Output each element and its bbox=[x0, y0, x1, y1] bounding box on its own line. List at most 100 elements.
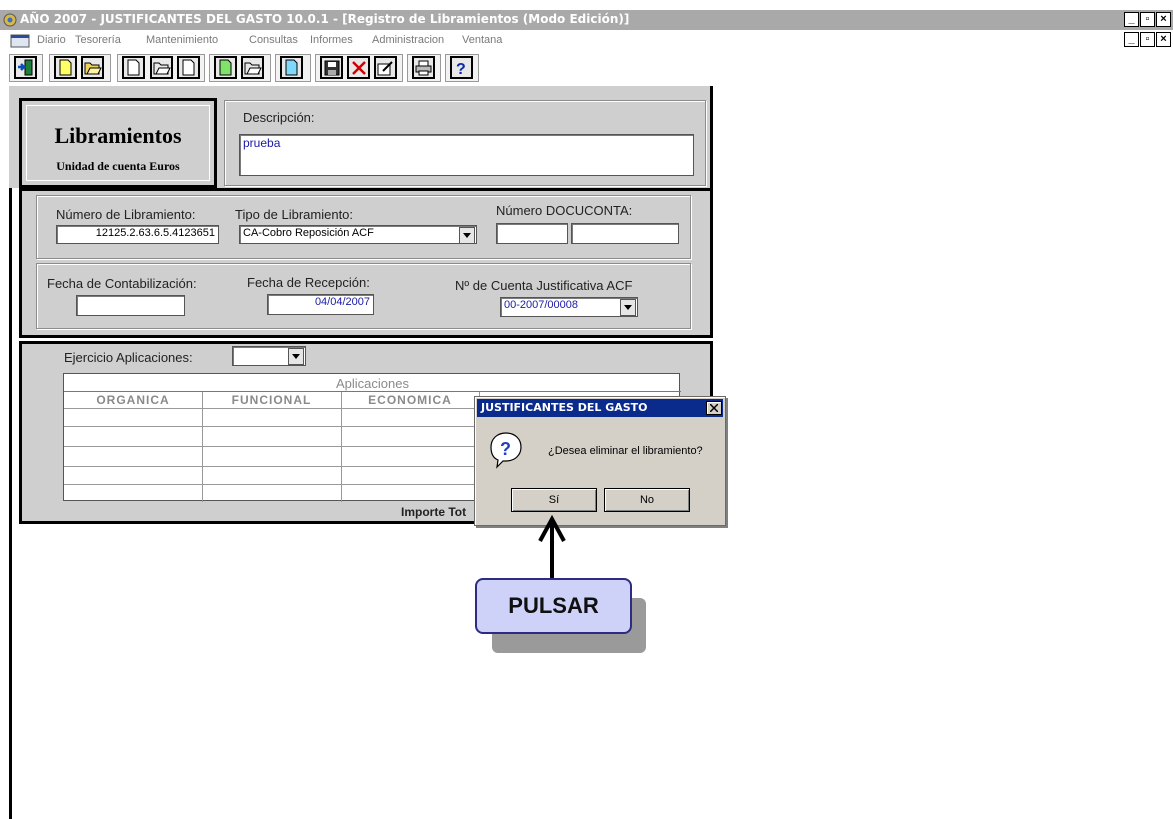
fecha-contabilizacion-label: Fecha de Contabilización: bbox=[47, 276, 197, 291]
child-close-button[interactable]: × bbox=[1156, 32, 1171, 47]
ejercicio-aplicaciones-label: Ejercicio Aplicaciones: bbox=[64, 350, 193, 365]
new-button[interactable] bbox=[177, 56, 200, 79]
open-icon bbox=[153, 62, 171, 75]
open-icon bbox=[244, 62, 262, 75]
form-title: Libramientos bbox=[54, 123, 182, 148]
exit-button[interactable] bbox=[14, 56, 37, 79]
help-icon: ? bbox=[456, 61, 466, 76]
save-button[interactable] bbox=[320, 56, 343, 79]
fecha-recepcion-label: Fecha de Recepción: bbox=[247, 275, 370, 290]
print-button[interactable] bbox=[412, 56, 435, 79]
minimize-button[interactable]: _ bbox=[1124, 12, 1139, 27]
menu-diario[interactable]: Diario bbox=[37, 34, 66, 46]
question-icon: ? bbox=[490, 432, 522, 469]
toolbar: ? bbox=[0, 52, 1173, 86]
delete-button[interactable] bbox=[347, 56, 370, 79]
app-icon bbox=[3, 13, 17, 27]
yes-button[interactable]: Sí bbox=[511, 488, 597, 512]
open-icon bbox=[84, 62, 102, 75]
close-icon bbox=[710, 404, 718, 412]
form-subtitle: Unidad de cuenta Euros bbox=[56, 159, 180, 173]
descripcion-label: Descripción: bbox=[243, 110, 315, 125]
window-controls: _ ▫ × bbox=[1124, 12, 1172, 30]
child-window-controls: _ ▫ × bbox=[1124, 32, 1172, 50]
cuenta-justificativa-label: Nº de Cuenta Justificativa ACF bbox=[455, 278, 633, 293]
menu-mantenimiento[interactable]: Mantenimiento bbox=[146, 34, 218, 46]
numero-libramiento-field[interactable]: 12125.2.63.6.5.4123651 bbox=[56, 225, 219, 244]
cuenta-justificativa-dropdown-button[interactable] bbox=[620, 299, 636, 316]
child-restore-button[interactable]: ▫ bbox=[1140, 32, 1155, 47]
new-button[interactable] bbox=[122, 56, 145, 79]
yes-button-label: Sí bbox=[548, 494, 560, 506]
new-icon bbox=[219, 59, 232, 76]
document-window-icon bbox=[10, 34, 30, 48]
table-divider bbox=[64, 391, 681, 392]
aplicaciones-table-title: Aplicaciones bbox=[336, 376, 409, 391]
new-icon bbox=[127, 59, 140, 76]
tipo-libramiento-select[interactable]: CA-Cobro Reposición ACF bbox=[239, 225, 477, 244]
confirm-dialog: JUSTIFICANTES DEL GASTO ? ¿Desea elimina… bbox=[474, 396, 726, 526]
tipo-libramiento-dropdown-button[interactable] bbox=[459, 227, 475, 244]
new-icon bbox=[59, 59, 72, 76]
dialog-title-bar: JUSTIFICANTES DEL GASTO bbox=[477, 399, 723, 417]
mdi-left-border bbox=[9, 86, 12, 819]
svg-text:?: ? bbox=[456, 61, 466, 76]
save-icon bbox=[324, 60, 339, 75]
cuenta-justificativa-value: 00-2007/00008 bbox=[504, 299, 579, 311]
pulsar-callout: PULSAR bbox=[475, 578, 632, 634]
docuconta-field-1[interactable] bbox=[496, 223, 568, 244]
arrow-up-icon bbox=[538, 515, 566, 579]
close-button[interactable]: × bbox=[1156, 12, 1171, 27]
docuconta-field-2[interactable] bbox=[571, 223, 679, 244]
column-header-organica: ORGANICA bbox=[96, 393, 170, 407]
svg-text:?: ? bbox=[500, 439, 511, 459]
child-minimize-button[interactable]: _ bbox=[1124, 32, 1139, 47]
no-button-label: No bbox=[639, 494, 655, 506]
chevron-down-icon bbox=[463, 233, 471, 238]
menu-ventana[interactable]: Ventana bbox=[462, 34, 502, 46]
menu-administracion[interactable]: Administracion bbox=[372, 34, 444, 46]
new-icon bbox=[285, 59, 298, 76]
importe-total-label: Importe Tot bbox=[401, 505, 467, 519]
open-button[interactable] bbox=[150, 56, 173, 79]
menu-bar: Diario Tesorería Mantenimiento Consultas… bbox=[0, 30, 1173, 50]
exit-icon bbox=[18, 59, 33, 76]
new-icon bbox=[182, 59, 195, 76]
column-divider bbox=[341, 392, 342, 502]
numero-libramiento-label: Número de Libramiento: bbox=[56, 207, 196, 222]
descripcion-field[interactable]: prueba bbox=[239, 134, 694, 176]
fecha-recepcion-field[interactable]: 04/04/2007 bbox=[267, 294, 374, 315]
menu-consultas[interactable]: Consultas bbox=[249, 34, 298, 46]
dialog-message: ¿Desea eliminar el libramiento? bbox=[548, 445, 703, 457]
chevron-down-icon bbox=[624, 305, 632, 310]
menu-informes[interactable]: Informes bbox=[310, 34, 353, 46]
column-header-economica: ECONOMICA bbox=[368, 393, 452, 407]
help-button[interactable]: ? bbox=[450, 56, 473, 79]
tipo-libramiento-label: Tipo de Libramiento: bbox=[235, 207, 354, 222]
edit-button[interactable] bbox=[374, 56, 397, 79]
column-divider bbox=[202, 392, 203, 502]
print-icon bbox=[415, 60, 432, 75]
chevron-down-icon bbox=[292, 354, 300, 359]
cuenta-justificativa-select[interactable]: 00-2007/00008 bbox=[500, 297, 638, 317]
no-button[interactable]: No bbox=[604, 488, 690, 512]
dialog-close-button[interactable] bbox=[706, 401, 722, 415]
ejercicio-dropdown-button[interactable] bbox=[288, 348, 304, 365]
title-bar: AÑO 2007 - JUSTIFICANTES DEL GASTO 10.0.… bbox=[0, 10, 1173, 30]
menu-tesoreria[interactable]: Tesorería bbox=[75, 34, 121, 46]
column-header-funcional: FUNCIONAL bbox=[231, 393, 312, 407]
fecha-contabilizacion-field[interactable] bbox=[76, 295, 185, 316]
edit-icon bbox=[377, 60, 393, 75]
new-button[interactable] bbox=[214, 56, 237, 79]
docuconta-label: Número DOCUCONTA: bbox=[496, 203, 633, 218]
delete-icon bbox=[351, 60, 366, 75]
title-box: Libramientos Unidad de cuenta Euros bbox=[19, 98, 217, 188]
restore-button[interactable]: ▫ bbox=[1140, 12, 1155, 27]
open-button[interactable] bbox=[81, 56, 104, 79]
new-button[interactable] bbox=[280, 56, 303, 79]
window-title: AÑO 2007 - JUSTIFICANTES DEL GASTO 10.0.… bbox=[20, 12, 630, 26]
tipo-libramiento-value: CA-Cobro Reposición ACF bbox=[243, 227, 374, 239]
new-button[interactable] bbox=[54, 56, 77, 79]
open-button[interactable] bbox=[241, 56, 264, 79]
dialog-title: JUSTIFICANTES DEL GASTO bbox=[481, 401, 648, 414]
